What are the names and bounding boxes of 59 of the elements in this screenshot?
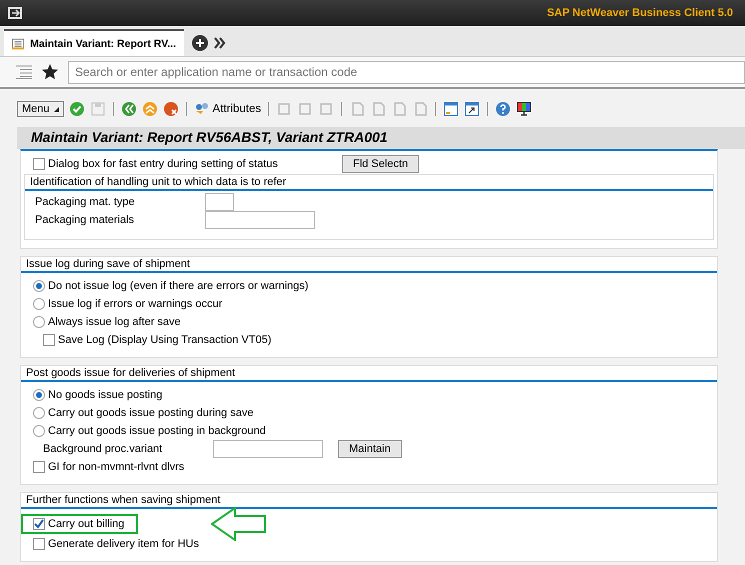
chevron-icon[interactable]	[214, 36, 226, 48]
menu-button[interactable]: Menu	[17, 101, 64, 117]
radio-label: Carry out goods issue posting during save	[48, 407, 254, 419]
page-title: Maintain Variant: Report RV56ABST, Variant ZTRA001	[17, 127, 745, 149]
radio-button[interactable]	[33, 389, 45, 401]
field-label: Packaging materials	[34, 214, 136, 226]
checkbox[interactable]	[33, 461, 45, 473]
tab[interactable]: Maintain Variant: Report RV...	[4, 29, 184, 56]
checkbox[interactable]	[43, 334, 55, 346]
input-field[interactable]	[205, 193, 234, 211]
radio-label: No goods issue posting	[48, 389, 162, 401]
check-icon	[34, 519, 44, 529]
checkbox[interactable]	[33, 518, 45, 530]
cancel-icon[interactable]	[162, 101, 179, 117]
checkbox-label: Dialog box for fast entry during setting of status	[48, 158, 278, 170]
monitor-icon[interactable]	[516, 101, 532, 117]
up-icon[interactable]	[142, 101, 158, 117]
section-title: Issue log during save of shipment	[21, 257, 717, 273]
new-window-icon[interactable]	[443, 101, 460, 117]
list-icon[interactable]	[16, 65, 32, 79]
checkbox[interactable]	[33, 538, 45, 550]
radio-button[interactable]	[33, 316, 45, 328]
list-icon	[12, 38, 24, 50]
checkbox-label: Save Log (Display Using Transaction VT05)	[58, 334, 272, 346]
input-field[interactable]	[213, 440, 323, 458]
radio-label: Always issue log after save	[48, 316, 181, 328]
radio-button[interactable]	[33, 298, 45, 310]
radio-button[interactable]	[33, 425, 45, 437]
group-title: Identification of handling unit to which data is to refer	[25, 175, 713, 191]
window-title: SAP NetWeaver Business Client 5.0	[546, 7, 733, 19]
radio-button[interactable]	[33, 280, 45, 292]
field-label: Background proc.variant	[42, 443, 164, 455]
checkbox-label: Generate delivery item for HUs	[48, 538, 199, 550]
checkbox-label: GI for non-mvmnt-rlvnt dlvrs	[48, 461, 184, 473]
checkbox[interactable]	[33, 158, 45, 170]
radio-label: Issue log if errors or warnings occur	[48, 298, 222, 310]
save-icon[interactable]	[90, 101, 106, 117]
menu-icon[interactable]	[8, 7, 22, 19]
field-label: Packaging mat. type	[34, 196, 136, 208]
attributes-icon	[194, 102, 210, 116]
section-title: Further functions when saving shipment	[21, 493, 717, 509]
star-icon[interactable]	[42, 64, 58, 80]
checkbox-label: Carry out billing	[48, 518, 124, 530]
radio-button[interactable]	[33, 407, 45, 419]
section-title: Post goods issue for deliveries of shipment	[21, 366, 717, 382]
arrow-icon	[211, 507, 268, 541]
search-field[interactable]: Search or enter application name or transaction code	[68, 60, 745, 84]
input-field[interactable]	[205, 211, 315, 229]
back-icon[interactable]	[120, 101, 137, 117]
radio-label: Do not issue log (even if there are errors or warnings)	[48, 280, 308, 292]
shortcut-icon[interactable]	[464, 101, 480, 117]
caret-icon	[54, 106, 59, 112]
help-icon[interactable]	[495, 101, 512, 117]
button[interactable]: Maintain	[338, 440, 402, 458]
check-icon[interactable]	[68, 101, 85, 117]
button[interactable]: Fld Selectn	[342, 155, 419, 173]
attributes-button[interactable]: Attributes	[194, 102, 262, 116]
radio-label: Carry out goods issue posting in background	[48, 425, 266, 437]
add-icon[interactable]	[192, 34, 208, 50]
